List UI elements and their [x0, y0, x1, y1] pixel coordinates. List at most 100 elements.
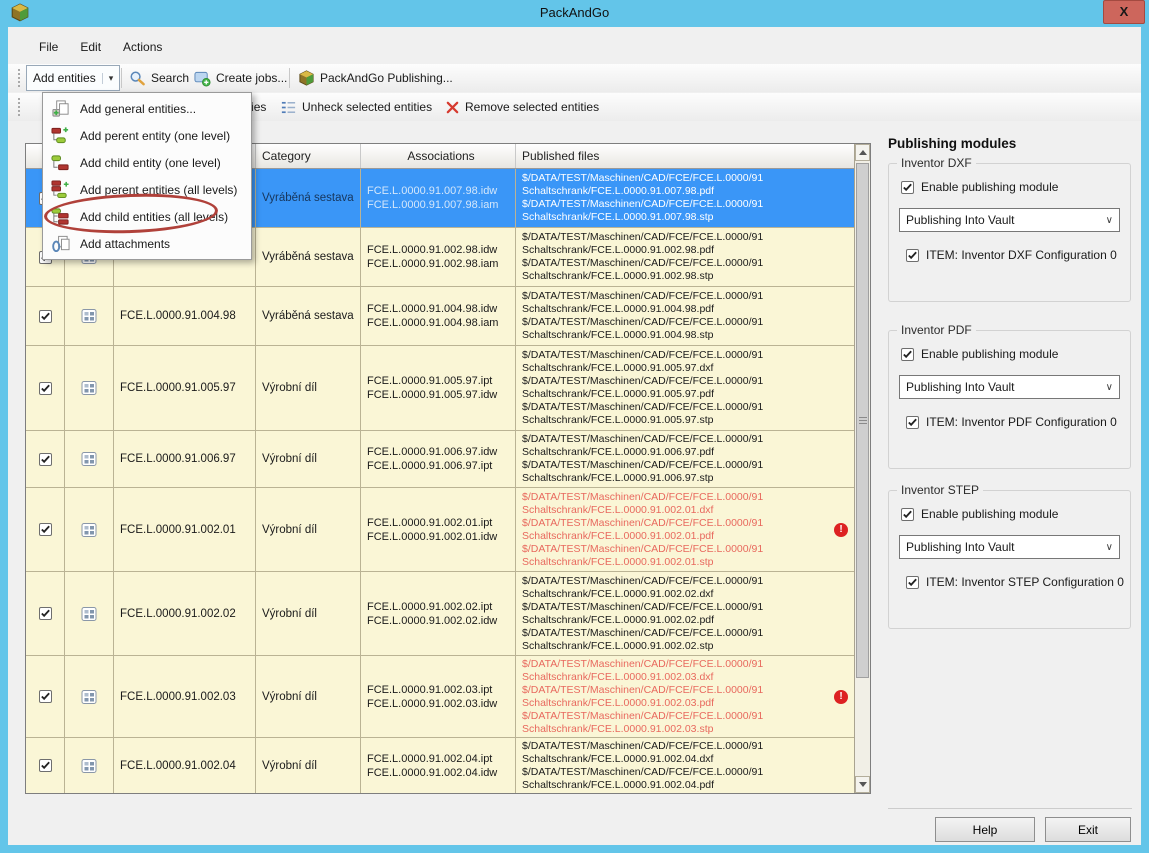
toolbar-separator	[289, 68, 290, 88]
menu-item-label: Add attachments	[80, 237, 170, 251]
scroll-up-button[interactable]	[855, 144, 870, 161]
menu-item[interactable]: Add perent entity (one level)	[45, 122, 249, 149]
enable-module-checkbox[interactable]	[901, 508, 914, 521]
row-name: FCE.L.0000.91.004.98	[114, 287, 256, 345]
check-mark-icon	[902, 349, 913, 360]
row-checkbox-cell	[26, 488, 65, 571]
exit-button[interactable]: Exit	[1045, 817, 1131, 842]
footer-separator	[888, 808, 1132, 809]
publish-mode-value: Publishing Into Vault	[906, 540, 1015, 554]
row-checkbox[interactable]	[39, 690, 52, 703]
add-general-entities-icon	[49, 99, 71, 119]
item-icon	[81, 451, 97, 467]
row-checkbox[interactable]	[39, 607, 52, 620]
item-icon	[81, 308, 97, 324]
menu-item-label: Add child entities (all levels)	[80, 210, 228, 224]
module-title: Inventor DXF	[897, 156, 976, 170]
menu-item[interactable]: Add general entities...	[45, 95, 249, 122]
enable-module-checkbox-row[interactable]: Enable publishing module	[901, 507, 1058, 521]
create-jobs-icon	[194, 70, 211, 87]
header-published-files[interactable]: Published files	[516, 144, 854, 168]
menu-item-label: Add perent entities (all levels)	[80, 183, 237, 197]
row-published-files: $/DATA/TEST/Maschinen/CAD/FCE/FCE.L.0000…	[522, 433, 763, 485]
row-checkbox[interactable]	[39, 759, 52, 772]
menu-file[interactable]: File	[28, 37, 69, 57]
enable-module-checkbox-row[interactable]: Enable publishing module	[901, 347, 1058, 361]
row-name: FCE.L.0000.91.002.03	[114, 656, 256, 737]
row-associations: FCE.L.0000.91.002.98.idwFCE.L.0000.91.00…	[361, 228, 516, 286]
table-row[interactable]: FCE.L.0000.91.002.03 Výrobní díl FCE.L.0…	[26, 656, 854, 738]
row-category: Výrobní díl	[256, 431, 361, 487]
table-row[interactable]: FCE.L.0000.91.004.98 Vyráběná sestava FC…	[26, 287, 854, 346]
remove-selected-button[interactable]: Remove selected entities	[445, 96, 599, 118]
enable-module-checkbox[interactable]	[901, 348, 914, 361]
row-published-files: $/DATA/TEST/Maschinen/CAD/FCE/FCE.L.0000…	[522, 658, 763, 736]
publish-mode-value: Publishing Into Vault	[906, 380, 1015, 394]
item-config-checkbox[interactable]	[906, 416, 919, 429]
row-checkbox[interactable]	[39, 310, 52, 323]
table-row[interactable]: FCE.L.0000.91.005.97 Výrobní díl FCE.L.0…	[26, 346, 854, 431]
row-checkbox-cell	[26, 572, 65, 655]
create-jobs-button[interactable]: Create jobs...	[194, 67, 287, 89]
scrollbar-thumb[interactable]	[856, 163, 869, 678]
publish-mode-select[interactable]: Publishing Into Vault ∨	[899, 535, 1120, 559]
enable-module-checkbox[interactable]	[901, 181, 914, 194]
table-row[interactable]: FCE.L.0000.91.002.01 Výrobní díl FCE.L.0…	[26, 488, 854, 572]
row-category: Vyráběná sestava	[256, 287, 361, 345]
publish-mode-select[interactable]: Publishing Into Vault ∨	[899, 208, 1120, 232]
menu-item[interactable]: Add child entity (one level)	[45, 149, 249, 176]
item-config-checkbox-row[interactable]: ITEM: Inventor STEP Configuration 0	[906, 575, 1124, 589]
row-published-files: $/DATA/TEST/Maschinen/CAD/FCE/FCE.L.0000…	[522, 349, 763, 427]
item-config-checkbox[interactable]	[906, 249, 919, 262]
menu-edit[interactable]: Edit	[69, 37, 112, 57]
publishing-modules-title: Publishing modules	[888, 136, 1016, 151]
add-entities-button[interactable]: Add entities ▾	[26, 65, 120, 91]
item-config-checkbox-row[interactable]: ITEM: Inventor PDF Configuration 0	[906, 415, 1117, 429]
enable-module-checkbox-row[interactable]: Enable publishing module	[901, 180, 1058, 194]
table-row[interactable]: FCE.L.0000.91.002.04 Výrobní díl FCE.L.0…	[26, 738, 854, 793]
row-checkbox[interactable]	[39, 453, 52, 466]
search-label: Search	[151, 71, 189, 85]
menu-item[interactable]: Add attachments	[45, 230, 249, 257]
chevron-down-icon: ∨	[1106, 542, 1113, 553]
menu-actions[interactable]: Actions	[112, 37, 173, 57]
item-config-label: ITEM: Inventor DXF Configuration 0	[926, 248, 1117, 262]
uncheck-list-icon	[280, 99, 297, 116]
enable-module-label: Enable publishing module	[921, 507, 1058, 521]
item-config-checkbox-row[interactable]: ITEM: Inventor DXF Configuration 0	[906, 248, 1117, 262]
packandgo-publishing-button[interactable]: PackAndGo Publishing...	[298, 67, 453, 89]
menu-item[interactable]: Add perent entities (all levels)	[45, 176, 249, 203]
row-associations: FCE.L.0000.91.002.04.iptFCE.L.0000.91.00…	[361, 738, 516, 793]
header-category[interactable]: Category	[256, 144, 361, 168]
packandgo-publishing-label: PackAndGo Publishing...	[320, 71, 453, 85]
scroll-down-button[interactable]	[855, 776, 870, 793]
row-published-files: $/DATA/TEST/Maschinen/CAD/FCE/FCE.L.0000…	[522, 491, 763, 569]
row-published-files: $/DATA/TEST/Maschinen/CAD/FCE/FCE.L.0000…	[522, 290, 763, 342]
row-checkbox-cell	[26, 656, 65, 737]
table-row[interactable]: FCE.L.0000.91.002.02 Výrobní díl FCE.L.0…	[26, 572, 854, 656]
help-button[interactable]: Help	[935, 817, 1035, 842]
row-published-files: $/DATA/TEST/Maschinen/CAD/FCE/FCE.L.0000…	[522, 172, 763, 224]
row-name: FCE.L.0000.91.002.04	[114, 738, 256, 793]
item-config-label: ITEM: Inventor STEP Configuration 0	[926, 575, 1124, 589]
uncheck-selected-button[interactable]: Unheck selected entities	[280, 96, 432, 118]
row-icon-cell	[65, 488, 114, 571]
chevron-down-icon: ∨	[1106, 382, 1113, 393]
row-checkbox-cell	[26, 287, 65, 345]
check-mark-icon	[40, 524, 51, 535]
menu-item[interactable]: Add child entities (all levels)	[45, 203, 249, 230]
vertical-scrollbar[interactable]	[854, 144, 870, 793]
close-button[interactable]: X	[1103, 0, 1145, 24]
table-row[interactable]: FCE.L.0000.91.006.97 Výrobní díl FCE.L.0…	[26, 431, 854, 488]
row-checkbox[interactable]	[39, 382, 52, 395]
header-associations[interactable]: Associations	[361, 144, 516, 168]
module-title: Inventor PDF	[897, 323, 976, 337]
item-config-checkbox[interactable]	[906, 576, 919, 589]
publish-mode-select[interactable]: Publishing Into Vault ∨	[899, 375, 1120, 399]
search-button[interactable]: Search	[129, 67, 189, 89]
module-groupbox: Inventor PDF Enable publishing module Pu…	[888, 330, 1131, 469]
add-child-entity-icon	[49, 153, 71, 173]
row-published-cell: $/DATA/TEST/Maschinen/CAD/FCE/FCE.L.0000…	[516, 488, 854, 571]
row-checkbox[interactable]	[39, 523, 52, 536]
add-parent-entity-icon	[49, 126, 71, 146]
